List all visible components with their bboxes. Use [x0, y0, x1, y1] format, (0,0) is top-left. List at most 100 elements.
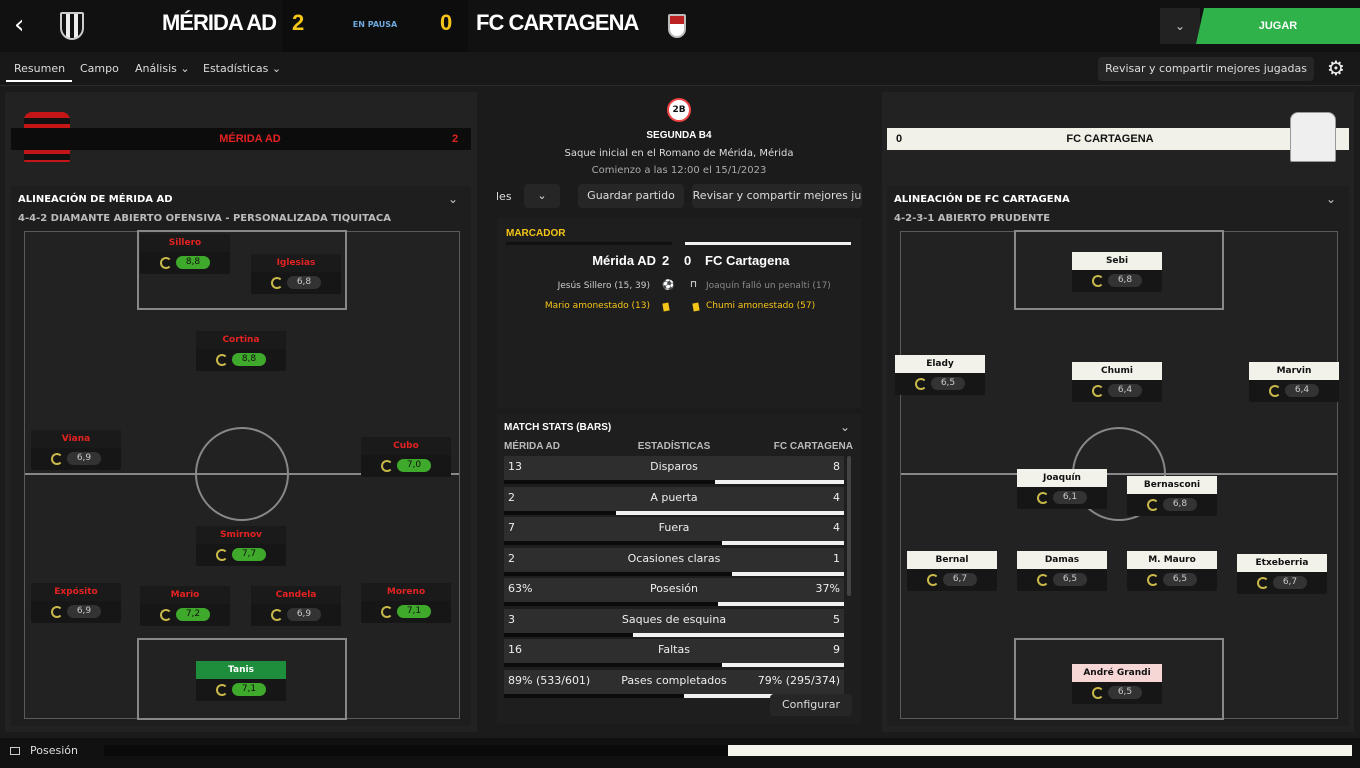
player-rating-row: 7,0 [361, 455, 451, 477]
ball-icon: ⚽ [662, 280, 675, 291]
player-rating-row: 6,4 [1072, 380, 1162, 402]
rating-icon [381, 460, 393, 472]
player-rating-row: 7,2 [140, 604, 230, 626]
possession-icon [10, 747, 20, 755]
chevron-down-icon[interactable]: ⌄ [524, 184, 560, 208]
player-name: Moreno [361, 583, 451, 601]
player-card[interactable]: Candela 6,9 [251, 586, 341, 626]
stat-home-bar [504, 571, 732, 576]
player-card[interactable]: Joaquín 6,1 [1017, 469, 1107, 509]
chevron-down-icon[interactable]: ⌄ [1160, 8, 1200, 44]
player-card[interactable]: Viana 6,9 [31, 430, 121, 470]
review-highlights-button-2[interactable]: Revisar y compartir mejores ju [692, 184, 862, 208]
play-button[interactable]: JUGAR [1196, 8, 1360, 44]
stats-scrollbar[interactable] [847, 456, 851, 596]
player-rating-row: 6,7 [1237, 572, 1327, 594]
player-rating-row: 6,9 [31, 448, 121, 470]
player-card[interactable]: Sillero 8,8 [140, 234, 230, 274]
tab-estadisticas[interactable]: Estadísticas ⌄ [203, 62, 281, 75]
kickoff-venue: Saque inicial en el Romano de Mérida, Mé… [564, 148, 794, 159]
rating-icon [1037, 492, 1049, 504]
rating-icon [1269, 385, 1281, 397]
player-card[interactable]: Smirnov 7,7 [196, 526, 286, 566]
player-card[interactable]: Bernal 6,7 [907, 551, 997, 591]
event-away-card: Chumi amonestado (57) [706, 301, 816, 311]
tab-campo[interactable]: Campo [80, 62, 119, 75]
home-crest-icon [60, 12, 84, 40]
player-card[interactable]: Elady 6,5 [895, 355, 985, 395]
player-rating: 7,1 [397, 605, 431, 618]
chevron-down-icon[interactable]: ⌄ [840, 420, 850, 434]
chevron-down-icon[interactable]: ⌄ [448, 192, 458, 206]
player-rating-row: 8,8 [140, 252, 230, 274]
player-card[interactable]: Tanis 7,1 [196, 661, 286, 701]
stat-away-bar [633, 632, 844, 637]
tab-analisis[interactable]: Análisis ⌄ [135, 62, 190, 75]
stat-away-bar [616, 510, 844, 515]
rating-icon [1092, 687, 1104, 699]
player-rating-row: 6,5 [1072, 682, 1162, 704]
player-rating: 6,5 [931, 377, 965, 390]
player-card[interactable]: Bernasconi 6,8 [1127, 476, 1217, 516]
rating-icon [1092, 385, 1104, 397]
player-name: Marvin [1249, 362, 1339, 380]
stats-col-home: MÉRIDA AD [504, 441, 560, 452]
player-rating-row: 7,1 [361, 601, 451, 623]
player-card[interactable]: Cubo 7,0 [361, 437, 451, 477]
player-card[interactable]: M. Mauro 6,5 [1127, 551, 1217, 591]
review-highlights-button[interactable]: Revisar y compartir mejores jugadas [1098, 57, 1314, 81]
player-rating: 7,2 [176, 608, 210, 621]
gear-icon[interactable]: ⚙ [1324, 57, 1348, 81]
partial-button-label[interactable]: les [496, 190, 512, 203]
stat-away-value: 37% [815, 582, 840, 595]
player-name: Sillero [140, 234, 230, 252]
rating-icon [271, 277, 283, 289]
stat-home-bar [504, 602, 719, 606]
player-rating: 6,7 [943, 573, 977, 586]
stats-col-mid: ESTADÍSTICAS [637, 441, 711, 452]
stat-label: Disparos [650, 460, 698, 473]
player-card[interactable]: Moreno 7,1 [361, 583, 451, 623]
competition-logo: 2B [667, 98, 691, 122]
player-card[interactable]: Damas 6,5 [1017, 551, 1107, 591]
possession-label: Posesión [30, 744, 78, 757]
player-card[interactable]: Etxeberria 6,7 [1237, 554, 1327, 594]
configure-button[interactable]: Configurar [770, 694, 852, 716]
player-rating: 6,5 [1163, 573, 1197, 586]
rating-icon [160, 609, 172, 621]
away-pitch [900, 230, 1338, 720]
stat-label: A puerta [650, 490, 698, 504]
rating-icon [381, 606, 393, 618]
save-match-button[interactable]: Guardar partido [578, 184, 684, 208]
stat-row: Posesión 63% 37% [504, 578, 844, 606]
player-rating-row: 6,8 [251, 272, 341, 294]
player-rating-row: 6,5 [1017, 569, 1107, 591]
player-card[interactable]: Iglesias 6,8 [251, 254, 341, 294]
stat-away-value: 8 [833, 460, 840, 473]
stat-home-value: 7 [508, 521, 515, 534]
chevron-down-icon[interactable]: ⌄ [1326, 192, 1336, 206]
away-banner-name: FC CARTAGENA [1066, 133, 1154, 145]
player-card[interactable]: Sebi 6,8 [1072, 252, 1162, 292]
player-card[interactable]: Cortina 8,8 [196, 331, 286, 371]
player-name: Elady [895, 355, 985, 373]
tab-resumen[interactable]: Resumen [14, 62, 65, 75]
player-card[interactable]: Expósito 6,9 [31, 583, 121, 623]
player-rating: 6,4 [1108, 384, 1142, 397]
stat-away-value: 1 [833, 551, 840, 565]
player-card[interactable]: Marvin 6,4 [1249, 362, 1339, 402]
back-icon[interactable]: ‹ [14, 12, 40, 40]
player-card[interactable]: Chumi 6,4 [1072, 362, 1162, 402]
stat-away-bar [731, 571, 844, 576]
player-rating-row: 6,1 [1017, 487, 1107, 509]
player-card[interactable]: Mario 7,2 [140, 586, 230, 626]
stat-away-value: 4 [833, 490, 840, 504]
scoreboard-away: FC Cartagena [705, 253, 790, 268]
scoreboard-title: MARCADOR [506, 228, 566, 239]
away-score: 0 [440, 10, 453, 35]
stat-home-bar [504, 663, 722, 667]
player-rating: 6,8 [1108, 274, 1142, 287]
away-shirt-icon [1290, 112, 1336, 162]
player-name: Damas [1017, 551, 1107, 569]
player-card[interactable]: André Grandi 6,5 [1072, 664, 1162, 704]
